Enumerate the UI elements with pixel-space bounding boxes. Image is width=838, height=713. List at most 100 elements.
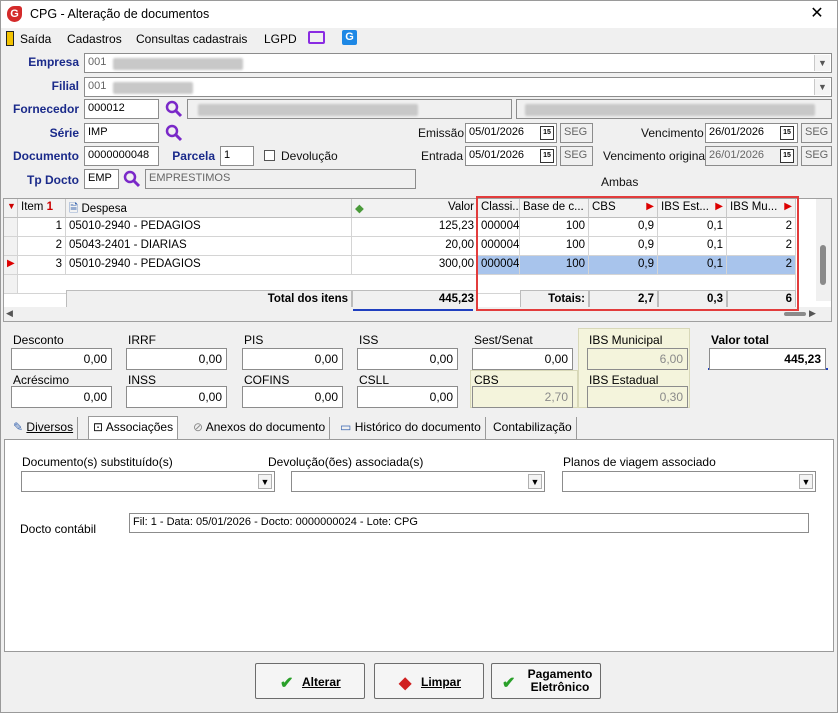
valortotal-field: 445,23 [709,348,826,370]
filial-code: 001 [88,80,107,92]
vencorig-weekday: SEG [801,146,832,166]
cell-despesa: 05043-2401 - DIARIAS [66,237,352,256]
app-logo-icon: G [7,6,22,22]
ibsest-label: IBS Estadual [589,373,659,387]
csll-label: CSLL [359,373,390,387]
iss-label: ISS [359,333,379,347]
search-icon[interactable] [165,124,183,142]
limpar-button[interactable]: ◆ Limpar [374,663,484,699]
pis-label: PIS [244,333,264,347]
fornecedor-redacted [198,104,418,116]
pagamento-label-line2: Eletrônico [530,680,590,694]
chevron-down-icon[interactable]: ▼ [814,55,830,71]
close-button[interactable]: ✕ [805,4,829,24]
irrf-input[interactable]: 0,00 [126,348,227,370]
tab-associacoes[interactable]: ⊡ Associações [88,416,179,440]
col-despesa[interactable]: 🗎 Despesa [66,199,352,218]
search-icon[interactable] [123,170,141,188]
cell-valor: 20,00 [352,237,478,256]
substituidos-label: Documento(s) substituído(s) [22,455,173,469]
cell-valor: 125,23 [352,218,478,237]
planos-select[interactable]: ▼ [562,471,816,492]
chevron-down-icon[interactable]: ▼ [799,474,813,489]
checkmark-icon: ✔ [502,675,516,692]
chevron-down-icon[interactable]: ▼ [528,474,542,489]
monitor-icon[interactable] [308,31,325,44]
devolucoes-label: Devolução(ões) associada(s) [268,455,424,469]
exit-door-icon[interactable] [6,31,14,46]
cofins-label: COFINS [244,373,290,387]
pagamento-label-line1: Pagamento [527,667,593,681]
sest-input[interactable]: 0,00 [472,348,573,370]
search-icon[interactable] [165,100,183,118]
serie-input[interactable]: IMP [84,123,159,143]
menu-consultas-cadastrais[interactable]: Consultas cadastrais [136,32,247,46]
tab-contabilizacao[interactable]: Contabilização [489,417,577,439]
scroll-thumb[interactable] [820,245,826,285]
current-row-arrow-icon: ▶ [4,256,18,275]
cofins-input[interactable]: 0,00 [242,386,343,408]
devolucao-checkbox[interactable] [264,150,275,161]
cell-item: 1 [18,218,66,237]
tab-diversos[interactable]: ✎ Diversos [9,417,79,439]
scroll-right-icon[interactable]: ▶ [809,308,816,319]
filial-select[interactable]: 001 ▼ [84,77,832,97]
empresa-select[interactable]: 001 ▼ [84,53,832,73]
col-valor[interactable]: ◆ Valor [352,199,478,218]
substituidos-select[interactable]: ▼ [21,471,275,492]
inss-input[interactable]: 0,00 [126,386,227,408]
filial-redacted [113,82,193,94]
calendar-icon[interactable]: 15 [780,126,794,140]
documento-input[interactable]: 0000000048 [84,146,159,166]
chevron-down-icon[interactable]: ▼ [258,474,272,489]
serie-label: Série [49,126,79,140]
tab-historico[interactable]: ▭ Histórico do documento [336,417,486,439]
cell-item: 2 [18,237,66,256]
menu-cadastros[interactable]: Cadastros [67,32,122,46]
cell-item: 3 [18,256,66,275]
filial-label: Filial [51,79,79,93]
acrescimo-input[interactable]: 0,00 [11,386,112,408]
grid-vertical-scrollbar[interactable] [816,199,831,301]
window-title: CPG - Alteração de documentos [30,7,210,21]
menu-saida[interactable]: Saída [20,32,51,46]
calendar-icon[interactable]: 15 [540,149,554,163]
eraser-icon: ◆ [399,675,412,692]
menu-lgpd[interactable]: LGPD [264,32,297,46]
sest-label: Sest/Senat [474,333,533,347]
entrada-weekday: SEG [560,146,593,166]
scroll-left-icon[interactable]: ◀ [6,308,13,319]
cbs-field: 2,70 [472,386,573,408]
contabil-field: Fil: 1 - Data: 05/01/2026 - Docto: 00000… [129,513,809,533]
scroll-thumb[interactable] [784,312,806,316]
cell-despesa: 05010-2940 - PEDAGIOS [66,256,352,275]
planos-label: Planos de viagem associado [563,455,716,469]
inss-label: INSS [128,373,157,387]
pagamento-eletronico-button[interactable]: ✔ Pagamento Eletrônico [491,663,601,699]
empresa-redacted [113,58,243,70]
tpdocto-code-input[interactable]: EMP [84,169,119,189]
vencorig-label: Vencimento original [603,149,708,163]
chevron-down-icon[interactable]: ▼ [814,79,830,95]
sort-indicator-icon: ▼ [4,199,18,218]
empresa-label: Empresa [28,55,79,69]
parcela-input[interactable]: 1 [220,146,254,166]
contabil-label: Docto contábil [20,522,97,536]
pis-input[interactable]: 0,00 [242,348,343,370]
col-item[interactable]: Item 1 [18,199,66,218]
desconto-input[interactable]: 0,00 [11,348,112,370]
alterar-button[interactable]: ✔ Alterar [255,663,365,699]
iss-input[interactable]: 0,00 [357,348,458,370]
cell-despesa: 05010-2940 - PEDAGIOS [66,218,352,237]
fornecedor-extra-redacted [525,104,815,116]
fornecedor-code-input[interactable]: 000012 [84,99,159,119]
devolucoes-select[interactable]: ▼ [291,471,545,492]
cbs-label: CBS [474,373,499,387]
devolucao-label: Devolução [281,149,338,163]
tab-anexos[interactable]: ⊘ Anexos do documento [189,417,331,439]
desconto-label: Desconto [13,333,64,347]
g-app-icon[interactable]: G [342,30,357,45]
empresa-code: 001 [88,56,107,68]
csll-input[interactable]: 0,00 [357,386,458,408]
calendar-icon[interactable]: 15 [540,126,554,140]
